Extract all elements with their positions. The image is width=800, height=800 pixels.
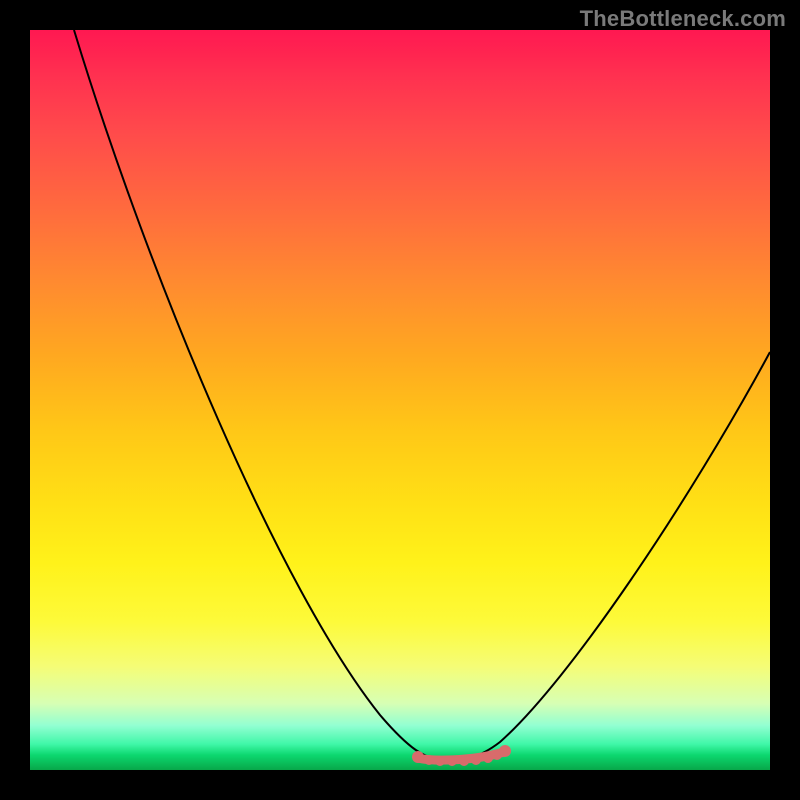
bottleneck-curve xyxy=(74,30,770,761)
chart-frame: TheBottleneck.com xyxy=(0,0,800,800)
optimal-marker xyxy=(412,751,424,763)
watermark-text: TheBottleneck.com xyxy=(580,6,786,32)
chart-overlay xyxy=(30,30,770,770)
optimal-marker xyxy=(471,755,481,765)
optimal-marker xyxy=(499,745,511,757)
optimal-marker xyxy=(435,756,445,766)
optimal-marker xyxy=(483,753,493,763)
optimal-marker xyxy=(447,756,457,766)
optimal-marker xyxy=(424,755,434,765)
optimal-marker xyxy=(459,756,469,766)
